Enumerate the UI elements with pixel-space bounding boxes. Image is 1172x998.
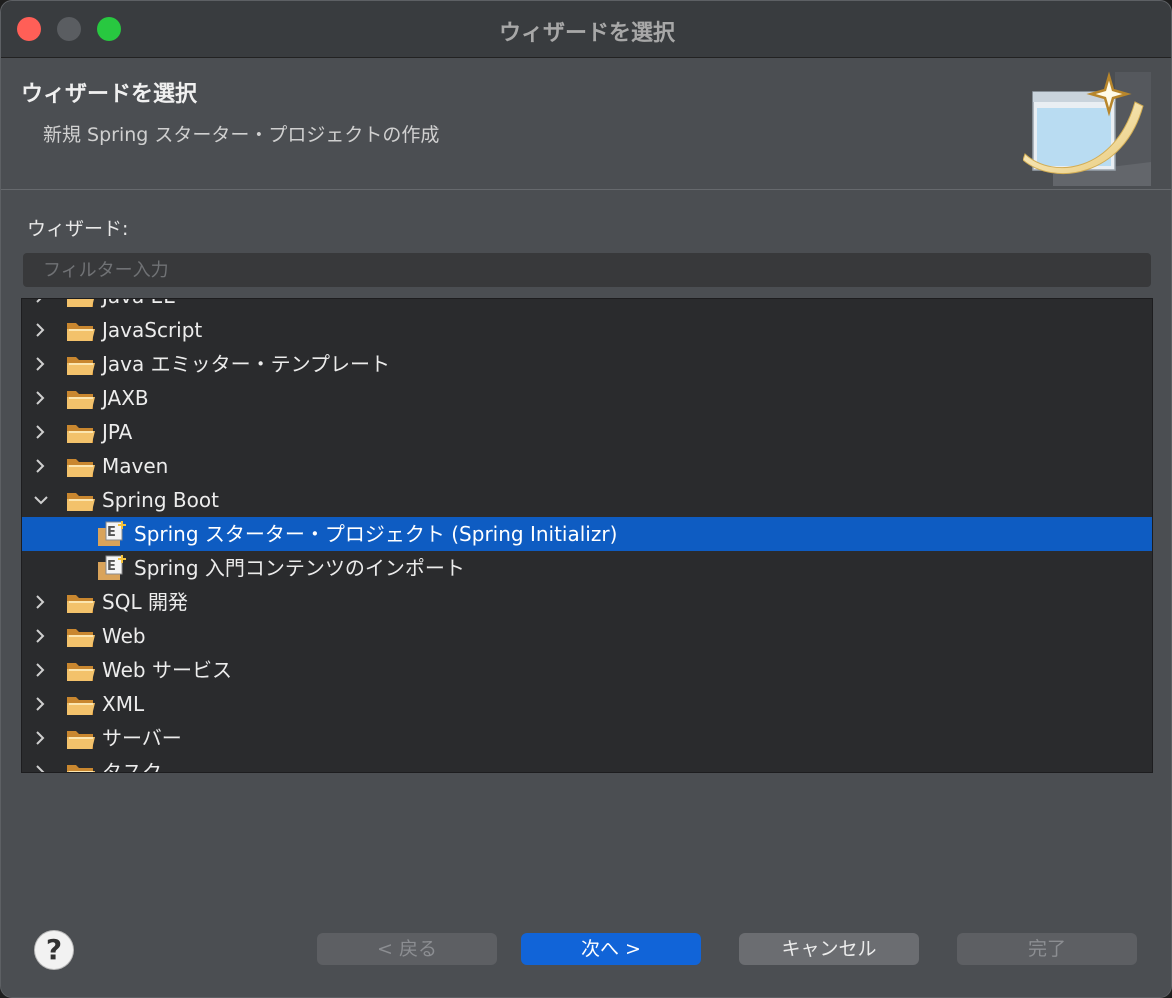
wizard-tree-rows: Java EE JavaScript Java エミッター・テンプレート [22, 298, 1152, 773]
tree-item-maven[interactable]: Maven [22, 449, 1152, 483]
folder-icon [67, 629, 95, 647]
tree-item-label: SQL 開発 [102, 590, 188, 614]
back-button[interactable]: < 戻る [317, 933, 497, 965]
folder-icon [67, 425, 95, 443]
tree-item-label: Java EE [102, 299, 176, 313]
chevron-right-icon[interactable] [32, 585, 50, 619]
folder-icon [67, 697, 95, 715]
folder-icon [67, 459, 95, 477]
cancel-button[interactable]: キャンセル [739, 933, 919, 965]
tree-item-label: Spring Boot [102, 488, 219, 512]
tree-item-xml[interactable]: XML [22, 687, 1152, 721]
folder-icon [67, 663, 95, 681]
folder-icon [67, 765, 95, 772]
tree-item-label: タスク [102, 760, 162, 773]
tree-item-label: JAXB [102, 386, 149, 410]
tree-item-java-emitter-templates[interactable]: Java エミッター・テンプレート [22, 347, 1152, 381]
tree-item-spring-boot[interactable]: Spring Boot [22, 483, 1152, 517]
folder-icon [67, 323, 95, 341]
tree-item-jpa[interactable]: JPA [22, 415, 1152, 449]
chevron-right-icon[interactable] [32, 347, 50, 381]
wizard-banner-icon [1023, 71, 1151, 186]
tree-item-label: XML [102, 692, 145, 716]
tree-item-label: Spring スターター・プロジェクト (Spring Initializr) [134, 522, 618, 546]
tree-item-label: サーバー [102, 726, 182, 750]
folder-icon [67, 299, 94, 307]
next-button[interactable]: 次へ > [521, 933, 701, 965]
title-bar: ウィザードを選択 [1, 1, 1171, 58]
tree-item-spring-starter-project[interactable]: E Spring スターター・プロジェクト (Spring Initializr… [22, 517, 1152, 551]
chevron-right-icon[interactable] [32, 381, 50, 415]
tree-item-label: JPA [102, 420, 133, 444]
folder-icon [67, 731, 95, 749]
wizards-label: ウィザード: [27, 218, 129, 240]
wizard-dialog: ウィザードを選択 ウィザードを選択 新規 Spring スターター・プロジェクト… [0, 0, 1172, 998]
wizard-tree[interactable]: Java EE JavaScript Java エミッター・テンプレート [21, 298, 1153, 773]
banner-description: 新規 Spring スターター・プロジェクトの作成 [43, 124, 440, 146]
chevron-right-icon[interactable] [32, 619, 50, 653]
banner-title: ウィザードを選択 [21, 82, 198, 107]
chevron-right-icon[interactable] [32, 755, 50, 773]
tree-item-label: Web [102, 624, 146, 648]
tree-item-label: JavaScript [102, 318, 203, 342]
chevron-right-icon[interactable] [32, 687, 50, 721]
chevron-right-icon[interactable] [32, 449, 50, 483]
tree-item-label: Java エミッター・テンプレート [102, 352, 391, 376]
tree-item-javascript[interactable]: JavaScript [22, 313, 1152, 347]
tree-item-server[interactable]: サーバー [22, 721, 1152, 755]
tree-item-sql-development[interactable]: SQL 開発 [22, 585, 1152, 619]
tree-item-web[interactable]: Web [22, 619, 1152, 653]
spring-project-icon: E [98, 555, 126, 580]
folder-icon [67, 595, 95, 613]
tree-item-label: Spring 入門コンテンツのインポート [134, 556, 465, 580]
tree-item-java-ee[interactable]: Java EE [22, 298, 1152, 313]
tree-item-label: Maven [102, 454, 169, 478]
tree-item-tasks[interactable]: タスク [22, 755, 1152, 773]
chevron-down-icon[interactable] [32, 483, 50, 517]
chevron-right-icon[interactable] [32, 298, 50, 313]
chevron-right-icon[interactable] [32, 415, 50, 449]
wizard-content: ウィザード: Java EE JavaScript [1, 190, 1171, 898]
chevron-right-icon[interactable] [32, 721, 50, 755]
chevron-right-icon[interactable] [32, 653, 50, 687]
spring-project-icon: E [98, 521, 126, 546]
button-bar: ? < 戻る 次へ > キャンセル 完了 [1, 898, 1171, 997]
tree-item-spring-import-guides[interactable]: E Spring 入門コンテンツのインポート [22, 551, 1152, 585]
wizard-banner: ウィザードを選択 新規 Spring スターター・プロジェクトの作成 [1, 58, 1171, 190]
folder-icon [67, 357, 95, 375]
tree-item-jaxb[interactable]: JAXB [22, 381, 1152, 415]
help-icon[interactable]: ? [35, 931, 73, 969]
svg-text:E: E [107, 525, 116, 540]
tree-item-label: Web サービス [102, 658, 232, 682]
tree-item-web-services[interactable]: Web サービス [22, 653, 1152, 687]
svg-text:E: E [107, 559, 116, 574]
folder-icon [67, 391, 95, 409]
filter-input[interactable] [23, 253, 1151, 287]
window-title: ウィザードを選択 [498, 21, 675, 46]
chevron-right-icon[interactable] [32, 313, 50, 347]
finish-button[interactable]: 完了 [957, 933, 1137, 965]
folder-open-icon [67, 493, 95, 511]
